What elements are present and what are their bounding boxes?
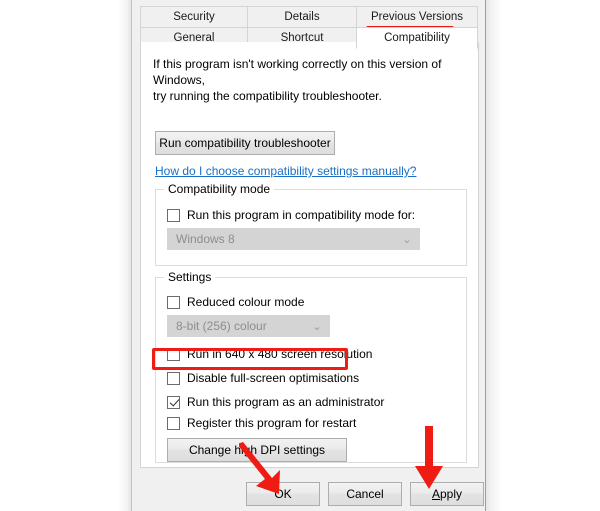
checkbox-run-in-compatibility-mode-label: Run this program in compatibility mode f… (187, 208, 416, 222)
checkbox-disable-fullscreen-optimisations-label: Disable full-screen optimisations (187, 371, 360, 385)
checkbox-run-in-compatibility-mode[interactable]: Run this program in compatibility mode f… (167, 208, 415, 222)
change-high-dpi-settings-label: Change high DPI settings (188, 443, 326, 457)
apply-button[interactable]: Apply (410, 482, 484, 506)
compatibility-mode-group-title: Compatibility mode (164, 182, 275, 196)
checkbox-register-for-restart[interactable]: Register this program for restart (167, 416, 356, 430)
checkbox-run-640x480[interactable]: Run in 640 x 480 screen resolution (167, 347, 372, 361)
dialog-button-bar: OK Cancel Apply (132, 469, 485, 511)
checkbox-run-640x480-label: Run in 640 x 480 screen resolution (187, 347, 373, 361)
dialog-shadow-left (118, 0, 131, 511)
ok-button[interactable]: OK (246, 482, 320, 506)
tab-compatibility[interactable]: Compatibility (356, 27, 478, 49)
tab-security-label: Security (173, 11, 215, 23)
chevron-down-icon: ⌄ (312, 320, 322, 333)
checkbox-reduced-colour-mode-label: Reduced colour mode (187, 295, 305, 309)
intro-line-1: If this program isn't working correctly … (153, 57, 442, 87)
ok-button-label: OK (274, 487, 292, 501)
colour-depth-select-value: 8-bit (256) colour (176, 319, 267, 333)
checkbox-run-as-administrator-label: Run this program as an administrator (187, 395, 385, 409)
compatibility-os-select-value: Windows 8 (176, 232, 235, 246)
checkbox-disable-fullscreen-optimisations[interactable]: Disable full-screen optimisations (167, 371, 359, 385)
run-compatibility-troubleshooter-label: Run compatibility troubleshooter (159, 136, 331, 150)
intro-line-2: try running the compatibility troublesho… (153, 89, 382, 103)
help-link-choose-settings-manually[interactable]: How do I choose compatibility settings m… (155, 164, 416, 178)
checkbox-checked-icon (167, 395, 180, 409)
checkbox-box-icon (167, 295, 180, 309)
checkbox-run-as-administrator[interactable]: Run this program as an administrator (167, 395, 384, 409)
tab-compatibility-label: Compatibility (384, 32, 450, 44)
compatibility-os-select[interactable]: Windows 8 ⌄ (167, 228, 420, 250)
cancel-button[interactable]: Cancel (328, 482, 402, 506)
dialog-shadow-right (486, 0, 502, 511)
cancel-button-label: Cancel (346, 487, 384, 501)
tab-previous-versions[interactable]: Previous Versions (356, 6, 478, 28)
tab-previous-versions-label: Previous Versions (370, 11, 464, 23)
checkbox-box-icon (167, 208, 180, 222)
checkbox-register-for-restart-label: Register this program for restart (187, 416, 357, 430)
apply-button-rest: pply (440, 487, 463, 501)
run-compatibility-troubleshooter-button[interactable]: Run compatibility troubleshooter (155, 131, 335, 155)
compatibility-tab-page: If this program isn't working correctly … (140, 42, 479, 506)
properties-dialog: Security Details Previous Versions Gener… (131, 0, 486, 511)
intro-text: If this program isn't working correctly … (153, 56, 465, 104)
tab-details-label: Details (284, 11, 320, 23)
colour-depth-select[interactable]: 8-bit (256) colour ⌄ (167, 315, 330, 337)
tab-details[interactable]: Details (247, 6, 357, 28)
checkbox-box-icon (167, 371, 180, 385)
tab-security[interactable]: Security (140, 6, 248, 28)
tab-row-upper: Security Details Previous Versions (140, 6, 479, 28)
apply-button-label: Apply (432, 487, 462, 501)
apply-accelerator-letter: A (431, 487, 440, 501)
checkbox-reduced-colour-mode[interactable]: Reduced colour mode (167, 295, 304, 309)
settings-group-title: Settings (164, 270, 216, 284)
checkbox-box-icon (167, 347, 180, 361)
change-high-dpi-settings-button[interactable]: Change high DPI settings (167, 438, 347, 462)
chevron-down-icon: ⌄ (402, 233, 412, 246)
checkbox-box-icon (167, 416, 180, 430)
